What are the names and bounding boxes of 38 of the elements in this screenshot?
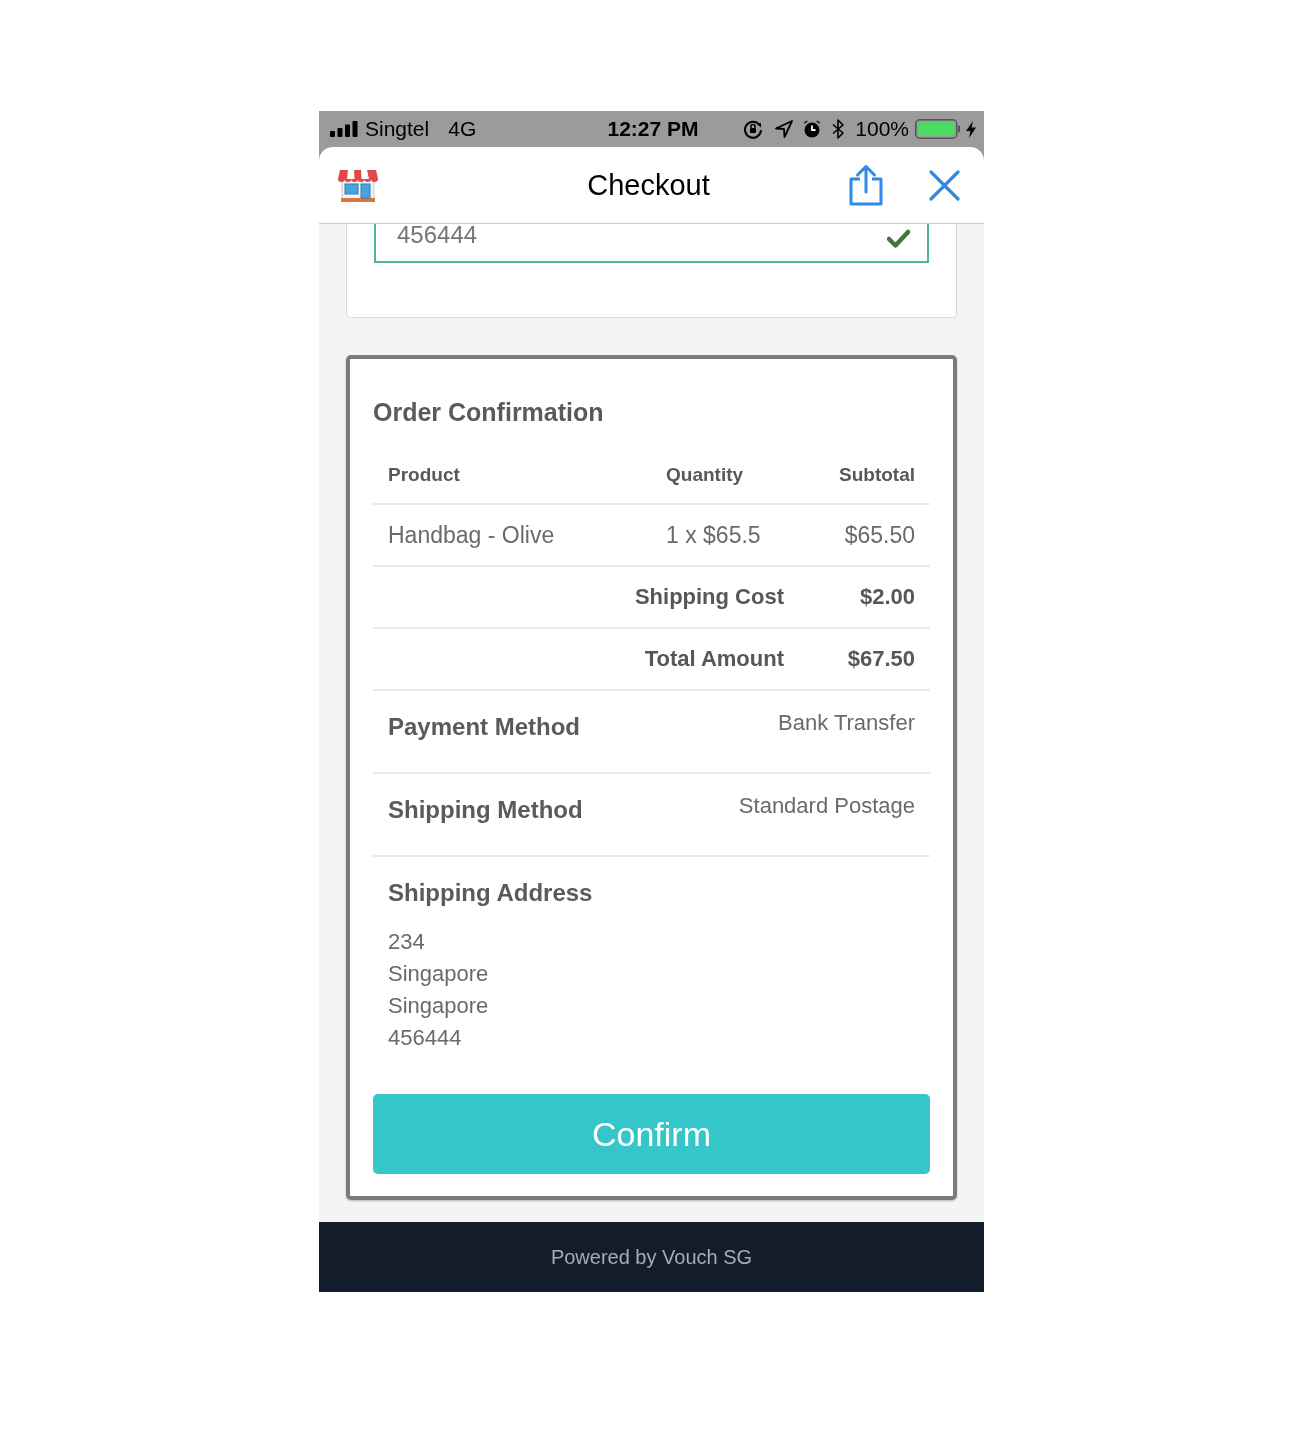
postcode-field[interactable]: 456444 (374, 224, 929, 263)
total-label: Total Amount (644, 646, 784, 672)
detail-label: Payment Method (388, 712, 581, 742)
check-icon (887, 229, 910, 248)
table-cell: Handbag - Olive (388, 521, 555, 549)
alarm-clock-icon (803, 120, 822, 138)
carrier-name: Singtel (365, 117, 430, 141)
table-cell: $65.50 (844, 521, 915, 549)
address-line: Singapore (388, 960, 489, 988)
close-icon[interactable] (929, 169, 960, 201)
battery-percentage: 100% (855, 117, 909, 141)
detail-label: Shipping Method (388, 795, 583, 825)
battery-icon (915, 119, 960, 139)
section-title: Order Confirmation (373, 397, 604, 427)
store-icon (337, 167, 379, 203)
rotation-lock-icon (743, 119, 764, 139)
charging-bolt-icon (966, 120, 976, 138)
bluetooth-icon (831, 119, 846, 139)
total-label: Shipping Cost (634, 584, 784, 610)
column-header: Quantity (666, 464, 744, 486)
column-header: Subtotal (839, 464, 915, 486)
network-type: 4G (448, 117, 477, 141)
table-cell: 1 x $65.5 (666, 521, 761, 549)
address-line: Singapore (388, 992, 489, 1020)
share-icon[interactable] (848, 164, 884, 206)
detail-value: Bank Transfer (778, 711, 915, 735)
address-line: 456444 (388, 1024, 462, 1052)
footer-text: Powered by Vouch SG (550, 1245, 753, 1269)
status-time: 12:27 PM (607, 117, 699, 141)
total-value: $2.00 (859, 584, 915, 610)
signal-bars-icon (330, 121, 358, 137)
detail-value: Standard Postage (738, 794, 915, 818)
address-label: Shipping Address (388, 878, 593, 908)
page-title: Checkout (587, 168, 710, 202)
location-arrow-icon (775, 120, 794, 138)
address-line: 234 (388, 928, 425, 956)
column-header: Product (388, 464, 460, 486)
total-value: $67.50 (847, 646, 915, 672)
